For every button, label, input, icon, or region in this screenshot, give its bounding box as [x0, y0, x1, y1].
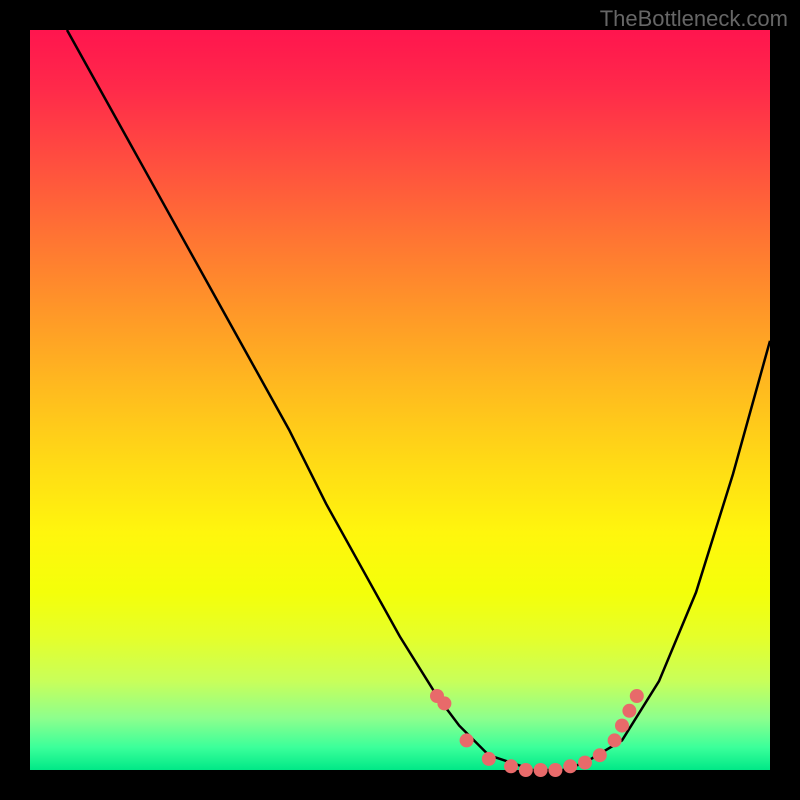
chart-gradient-background — [30, 30, 770, 770]
curve-marker — [608, 733, 622, 747]
curve-marker — [460, 733, 474, 747]
curve-marker — [437, 696, 451, 710]
bottleneck-chart — [30, 30, 770, 770]
curve-marker — [578, 756, 592, 770]
curve-marker — [622, 704, 636, 718]
curve-marker — [615, 719, 629, 733]
bottleneck-curve-line — [67, 30, 770, 770]
curve-markers-group — [430, 689, 644, 777]
curve-marker — [504, 759, 518, 773]
curve-marker — [534, 763, 548, 777]
curve-marker — [548, 763, 562, 777]
curve-marker — [593, 748, 607, 762]
watermark-text: TheBottleneck.com — [600, 6, 788, 32]
curve-marker — [519, 763, 533, 777]
curve-marker — [482, 752, 496, 766]
curve-marker — [563, 759, 577, 773]
curve-marker — [630, 689, 644, 703]
